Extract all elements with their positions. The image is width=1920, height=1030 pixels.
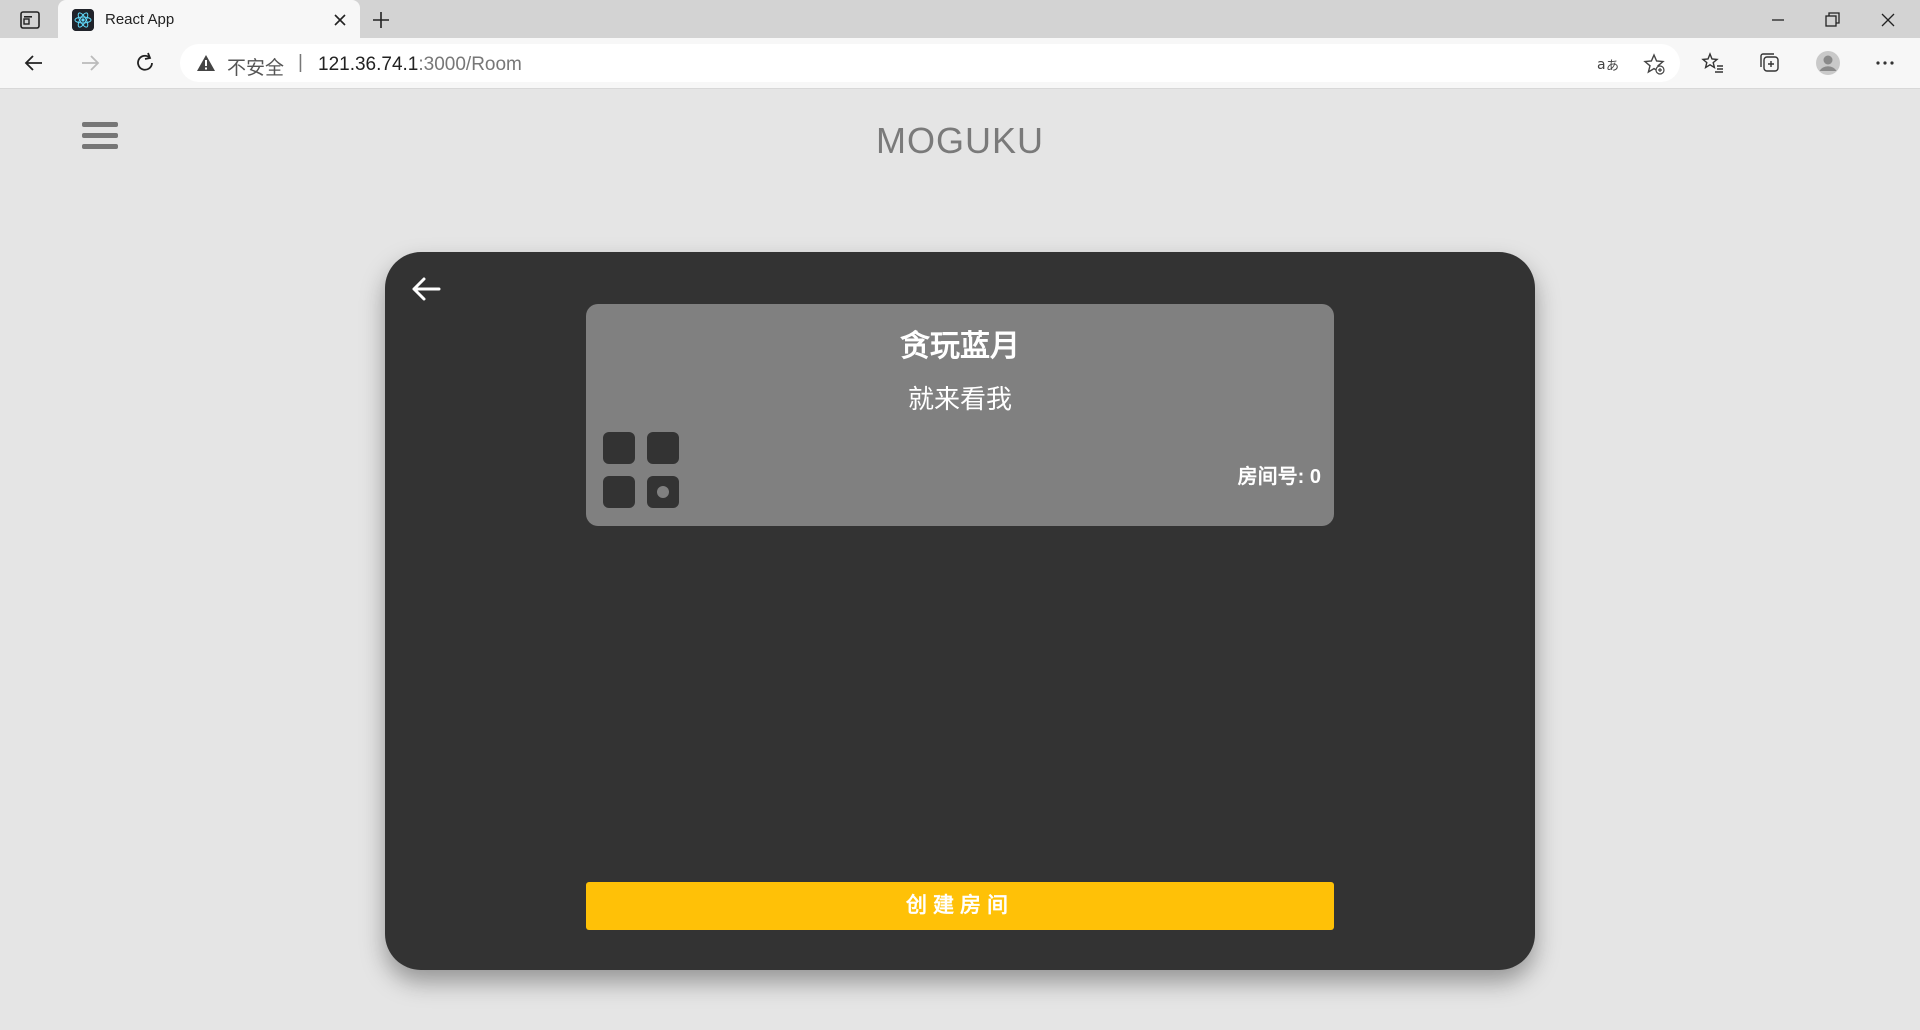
minimize-icon[interactable] (1766, 9, 1790, 31)
room-card[interactable]: 贪玩蓝月 就来看我 房间号: 0 (586, 304, 1334, 526)
seat-empty (603, 476, 635, 508)
back-arrow-icon[interactable] (409, 272, 443, 306)
room-panel: 贪玩蓝月 就来看我 房间号: 0 创建房间 (385, 252, 1535, 970)
react-favicon-icon (72, 9, 94, 31)
tab-close-icon[interactable] (330, 10, 350, 30)
back-arrow-icon[interactable] (20, 49, 48, 77)
favorites-icon[interactable] (1700, 50, 1726, 76)
seat-empty (647, 432, 679, 464)
add-favorite-icon[interactable] (1642, 52, 1666, 76)
room-description: 就来看我 (907, 384, 1012, 414)
seat-occupied (647, 476, 679, 508)
restore-icon[interactable] (1820, 9, 1844, 31)
tab-title: React App (105, 11, 175, 28)
create-room-button[interactable]: 创建房间 (586, 882, 1334, 930)
player-dot-icon (657, 486, 669, 498)
room-number: 房间号: 0 (1237, 466, 1321, 488)
forward-arrow-icon[interactable] (76, 49, 104, 77)
url-path: :3000/Room (418, 54, 522, 75)
browser-toolbar: 不安全 | 121.36.74.1:3000/Room a あ (0, 38, 1920, 89)
read-aloud-icon[interactable]: a あ (1596, 53, 1622, 75)
warning-icon[interactable] (196, 54, 216, 72)
tab-actions-icon[interactable] (18, 9, 42, 31)
insecure-label[interactable]: 不安全 (227, 53, 284, 80)
url-host: 121.36.74.1 (318, 54, 419, 75)
room-name: 贪玩蓝月 (900, 330, 1020, 363)
collections-icon[interactable] (1757, 50, 1783, 76)
seat-empty (603, 432, 635, 464)
seat-grid (603, 432, 683, 512)
svg-text:あ: あ (1606, 59, 1619, 74)
site-title: MOGUKU (876, 120, 1044, 161)
more-menu-icon[interactable] (1872, 50, 1898, 76)
address-bar[interactable]: 不安全 | 121.36.74.1:3000/Room a あ (180, 44, 1680, 82)
window-close-icon[interactable] (1876, 9, 1900, 31)
address-url[interactable]: 121.36.74.1:3000/Room (318, 54, 522, 76)
reload-icon[interactable] (131, 49, 159, 77)
new-tab-icon[interactable] (370, 9, 392, 31)
svg-text:a: a (1597, 57, 1606, 73)
browser-tab[interactable]: React App (58, 0, 360, 39)
profile-avatar-icon[interactable] (1815, 50, 1841, 76)
address-separator: | (298, 52, 303, 73)
browser-tab-bar: React App (0, 0, 1920, 39)
